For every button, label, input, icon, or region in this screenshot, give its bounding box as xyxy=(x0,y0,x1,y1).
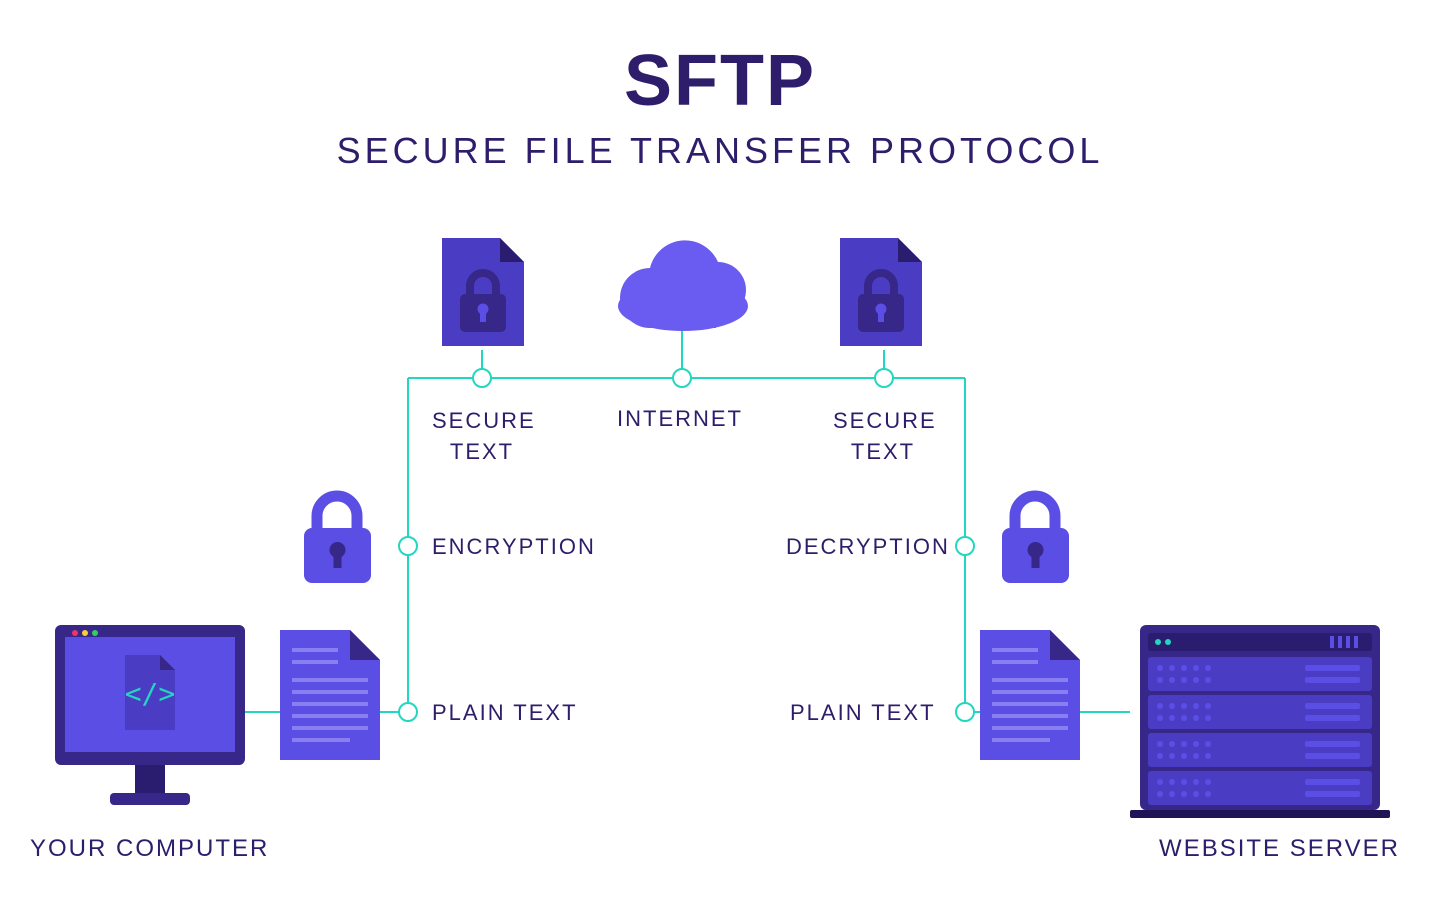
svg-text:</>: </> xyxy=(125,677,176,710)
server-icon xyxy=(1130,625,1390,830)
plain-text-left-label: PLAIN TEXT xyxy=(432,700,578,726)
secure-text-right-label: SECURE TEXT xyxy=(833,406,933,468)
plain-text-file-icon xyxy=(280,630,380,765)
padlock-icon xyxy=(300,490,375,590)
cloud-icon xyxy=(616,238,751,338)
decryption-label: DECRYPTION xyxy=(786,534,950,560)
encryption-label: ENCRYPTION xyxy=(432,534,596,560)
plain-text-file-icon xyxy=(980,630,1080,765)
your-computer-label: YOUR COMPUTER xyxy=(30,835,269,863)
secure-text-left-label: SECURE TEXT xyxy=(432,406,532,468)
padlock-icon xyxy=(998,490,1073,590)
secure-file-icon xyxy=(840,238,922,351)
plain-text-right-label: PLAIN TEXT xyxy=(790,700,936,726)
internet-label: INTERNET xyxy=(615,406,745,432)
website-server-label: WEBSITE SERVER xyxy=(1159,835,1400,863)
secure-file-icon xyxy=(442,238,524,351)
computer-icon: </> xyxy=(55,625,245,830)
